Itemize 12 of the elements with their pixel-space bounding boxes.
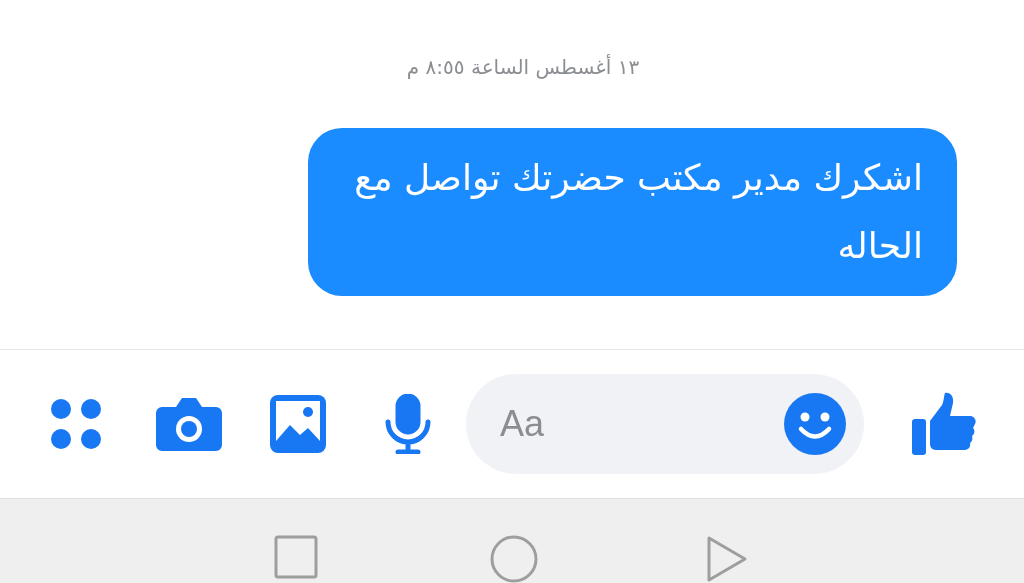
message-bubble: اشكرك مدير مكتب حضرتك تواصل مع الحاله: [308, 128, 957, 296]
emoji-icon[interactable]: [784, 393, 846, 456]
message-field[interactable]: Aa: [466, 374, 864, 475]
microphone-icon[interactable]: [384, 394, 432, 455]
timestamp: ١٣ أغسطس الساعة ٨:٥٥ م: [406, 53, 640, 81]
recent-apps-icon[interactable]: [274, 535, 318, 579]
back-icon[interactable]: [706, 535, 748, 583]
apps-icon[interactable]: [50, 398, 102, 451]
thumbs-up-icon[interactable]: [912, 391, 976, 458]
home-icon[interactable]: [490, 535, 538, 583]
camera-icon[interactable]: [156, 397, 222, 452]
image-icon[interactable]: [270, 395, 326, 454]
